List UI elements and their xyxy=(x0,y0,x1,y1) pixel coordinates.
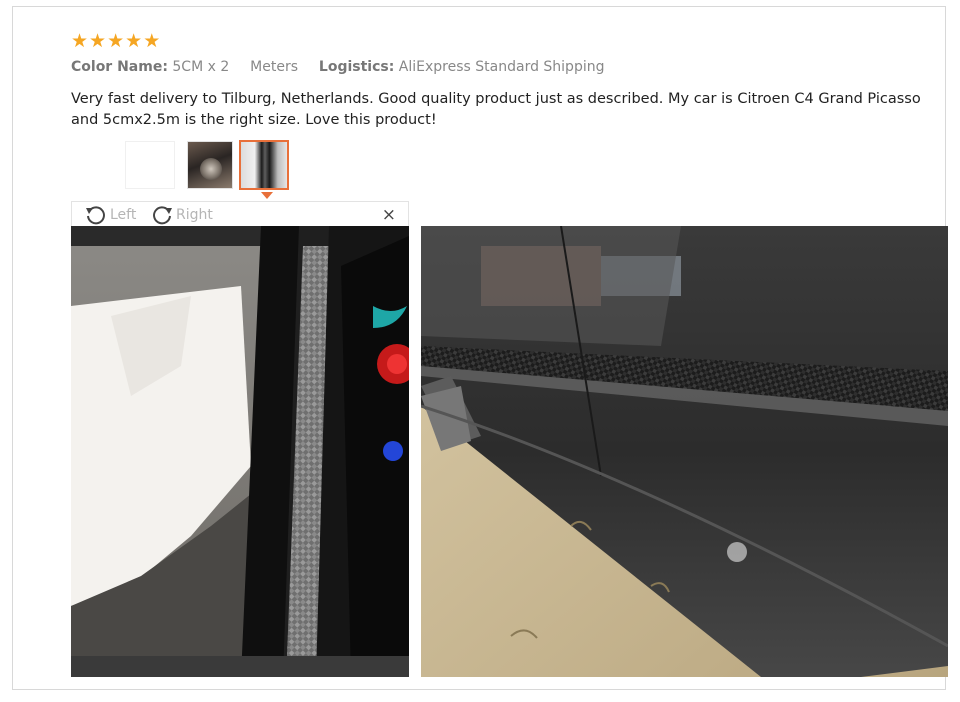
close-icon[interactable]: × xyxy=(382,205,396,225)
rotate-left-icon xyxy=(86,206,105,225)
star-rating: ★ ★ ★ ★ ★ xyxy=(71,31,160,51)
review-meta: Color Name: 5CM x 2 Meters Logistics: Al… xyxy=(71,59,604,75)
review-photo-thumbnail[interactable] xyxy=(125,141,175,189)
logistics-label: Logistics: xyxy=(318,59,395,75)
color-name-value: 5CM x 2 xyxy=(172,59,230,75)
rotate-right-icon xyxy=(153,206,172,225)
review-photo-door-sill[interactable] xyxy=(71,226,409,677)
rotate-left-label: Left xyxy=(110,207,137,223)
rotate-right-label: Right xyxy=(176,207,213,223)
rotate-right-button[interactable]: Right xyxy=(150,204,213,226)
rotate-left-button[interactable]: Left xyxy=(84,204,136,226)
star-icon: ★ xyxy=(125,30,143,52)
car-side-photo-image xyxy=(421,226,948,677)
star-icon: ★ xyxy=(89,30,107,52)
review-text: Very fast delivery to Tilburg, Netherlan… xyxy=(71,91,921,128)
color-name-extra: Meters xyxy=(250,59,299,75)
review-photo-thumbnail[interactable] xyxy=(187,141,233,189)
image-viewer-toolbar: Left Right × xyxy=(71,201,409,227)
review-card: ★ ★ ★ ★ ★ Color Name: 5CM x 2 Meters Log… xyxy=(12,6,948,690)
selected-thumbnail-pointer xyxy=(261,192,273,199)
star-icon: ★ xyxy=(107,30,125,52)
door-sill-photo-image xyxy=(71,226,409,677)
logistics-value: AliExpress Standard Shipping xyxy=(398,59,605,75)
star-icon: ★ xyxy=(71,30,89,52)
review-photo-car-side[interactable] xyxy=(421,226,948,677)
review-photo-thumbnail-selected[interactable] xyxy=(239,140,289,190)
star-icon: ★ xyxy=(143,30,161,52)
color-name-label: Color Name: xyxy=(71,59,168,75)
